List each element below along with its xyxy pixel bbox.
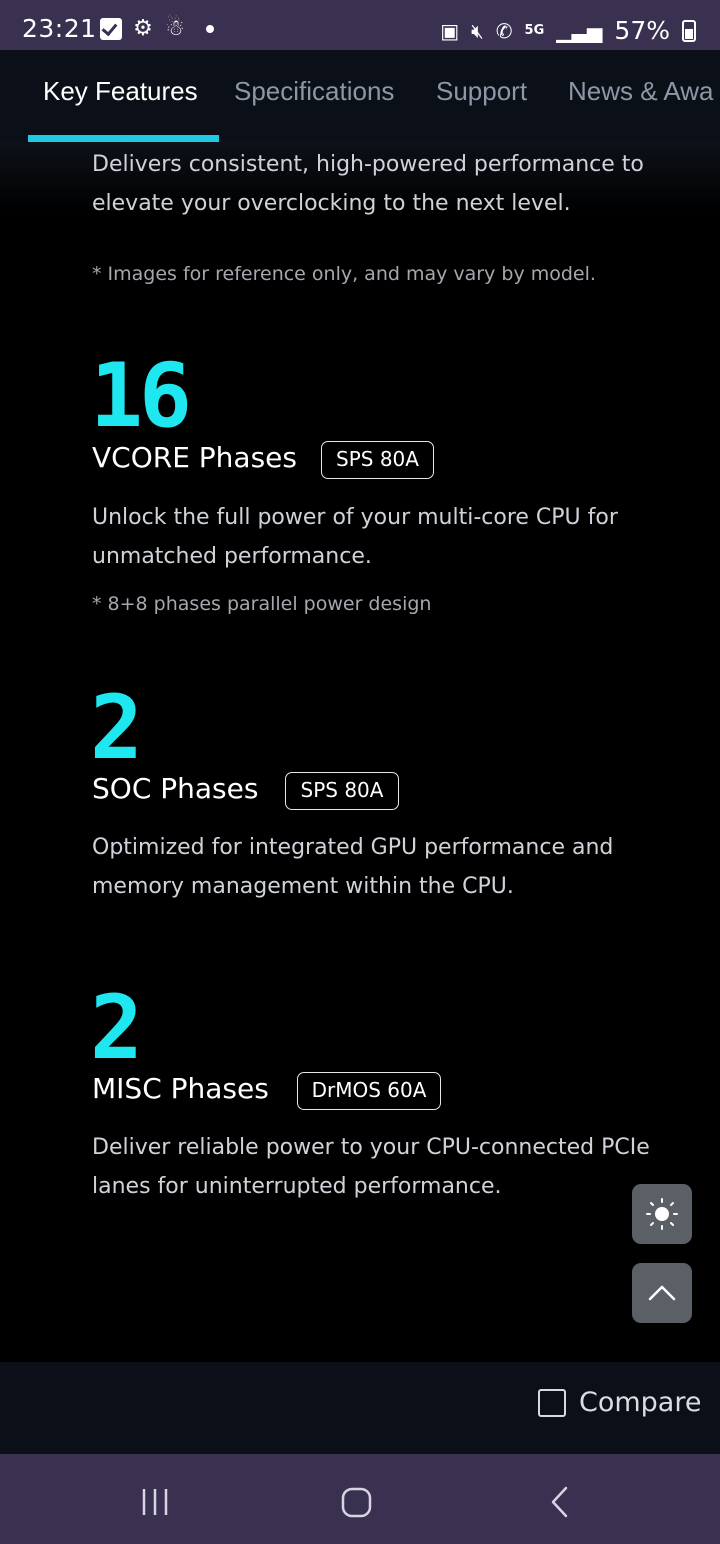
scroll-to-top-button[interactable] [632, 1263, 692, 1323]
home-icon[interactable] [341, 1487, 372, 1518]
chevron-up-icon [648, 1285, 676, 1301]
vcore-note: * 8+8 phases parallel power design [92, 593, 432, 615]
status-left-icons: ⚙ ☃ [100, 18, 214, 40]
active-tab-indicator [28, 135, 219, 142]
gear-icon: ⚙ [133, 16, 153, 41]
nav-icons [142, 1486, 568, 1518]
key-features-content: Delivers consistent, high-powered perfor… [0, 142, 720, 1362]
bixby-icon: ☃ [165, 16, 185, 41]
intro-note: * Images for reference only, and may var… [92, 263, 596, 285]
tab-bar: Key Features Specifications Support News… [0, 50, 720, 143]
compare-bar: Compare [0, 1362, 720, 1454]
vcore-badge: SPS 80A [321, 441, 434, 479]
intro-text: Delivers consistent, high-powered perfor… [92, 152, 644, 216]
tab-key-features[interactable]: Key Features [43, 76, 198, 107]
misc-phase-title: MISC Phases [92, 1072, 269, 1105]
soc-phase-title: SOC Phases [92, 772, 259, 805]
misc-phase-count: 2 [90, 976, 143, 1079]
misc-description: Deliver reliable power to your CPU-conne… [92, 1135, 650, 1199]
battery-icon [682, 19, 696, 42]
status-right-icons: ▣ 🔇︎ ✆ 5G ▁▃▅ 57% [440, 16, 696, 45]
theme-toggle-button[interactable] [632, 1184, 692, 1244]
battery-percent: 57% [614, 16, 670, 45]
soc-badge: SPS 80A [285, 772, 399, 810]
status-time: 23:21 [22, 14, 97, 43]
soc-description: Optimized for integrated GPU performance… [92, 835, 614, 899]
recents-icon[interactable] [142, 1489, 168, 1515]
sun-icon [646, 1198, 678, 1230]
signal-icon: ▁▃▅ [556, 18, 603, 43]
page: 23:21 ⚙ ☃ ▣ 🔇︎ ✆ 5G ▁▃▅ 57% Key Features… [0, 0, 720, 1544]
system-nav-bar [0, 1454, 720, 1544]
tab-news-awards[interactable]: News & Awa [568, 76, 713, 107]
mute-icon: 🔇︎ [471, 18, 484, 43]
tab-specifications[interactable]: Specifications [234, 76, 394, 107]
network-type: 5G [524, 22, 545, 38]
task-check-icon [100, 18, 122, 40]
battery-saver-icon: ▣ [440, 18, 460, 43]
compare-label[interactable]: Compare [579, 1387, 701, 1418]
soc-phase-count: 2 [90, 676, 143, 779]
wifi-call-icon: ✆ [495, 18, 513, 43]
tab-support[interactable]: Support [436, 76, 527, 107]
misc-badge: DrMOS 60A [297, 1072, 441, 1110]
vcore-phase-count: 16 [90, 344, 192, 447]
compare-checkbox[interactable] [538, 1389, 566, 1417]
notification-dot-icon [206, 25, 214, 33]
vcore-phase-title: VCORE Phases [92, 441, 297, 474]
vcore-description: Unlock the full power of your multi-core… [92, 505, 618, 569]
back-icon[interactable] [551, 1486, 568, 1518]
